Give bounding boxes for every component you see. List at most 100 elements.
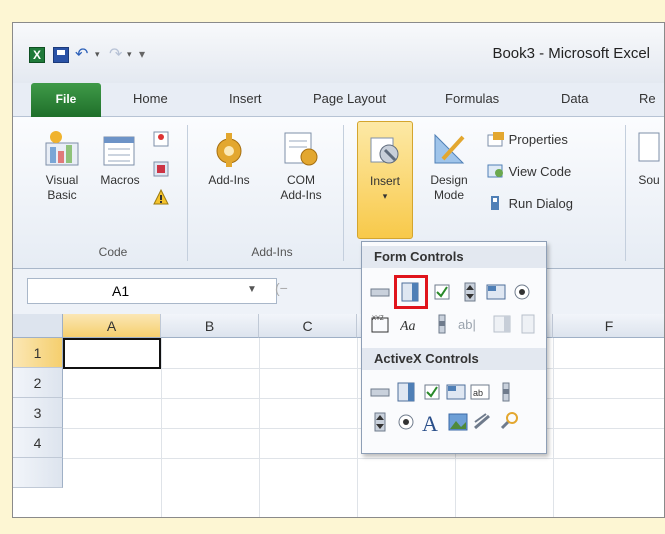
svg-text:ab: ab bbox=[473, 388, 483, 398]
run-dialog-icon bbox=[491, 196, 499, 210]
activex-combo-box-icon[interactable] bbox=[396, 382, 416, 402]
macros-label: Macros bbox=[100, 173, 140, 187]
activex-command-button-icon[interactable] bbox=[370, 382, 390, 402]
visual-basic-icon bbox=[45, 131, 79, 166]
visual-basic-label: Visual Basic bbox=[45, 173, 79, 202]
tab-home[interactable]: Home bbox=[133, 91, 168, 106]
design-mode-button[interactable]: Design Mode bbox=[421, 129, 477, 203]
form-text-field-icon[interactable]: ab| bbox=[458, 314, 488, 334]
column-header-c[interactable]: C bbox=[259, 314, 357, 338]
grid-line bbox=[553, 338, 554, 517]
svg-text:Aa: Aa bbox=[400, 319, 416, 334]
save-icon[interactable] bbox=[53, 47, 69, 63]
row-header-5[interactable] bbox=[13, 458, 63, 488]
insert-controls-button[interactable]: Insert ▾ bbox=[357, 121, 413, 239]
run-dialog-button[interactable]: Run Dialog bbox=[487, 195, 573, 211]
addins-button[interactable]: Add-Ins bbox=[203, 129, 255, 188]
source-label: Sou bbox=[638, 173, 660, 187]
form-label-icon[interactable]: Aa bbox=[400, 314, 420, 334]
grid-line bbox=[161, 338, 162, 517]
addins-group-label: Add-Ins bbox=[251, 245, 293, 259]
undo-icon[interactable]: ↶ bbox=[75, 47, 91, 63]
code-group-label: Code bbox=[98, 245, 128, 259]
undo-dropdown-icon[interactable]: ▾ bbox=[95, 49, 100, 60]
tab-review[interactable]: Re bbox=[639, 91, 656, 106]
customize-qat-icon[interactable]: ▾ bbox=[139, 47, 145, 61]
grid-line bbox=[259, 338, 260, 517]
form-group-box-icon[interactable]: XYZ bbox=[370, 314, 390, 334]
tab-page-layout[interactable]: Page Layout bbox=[313, 91, 386, 106]
select-all-corner[interactable] bbox=[13, 314, 63, 338]
form-combo-list-edit-icon[interactable] bbox=[492, 314, 512, 334]
svg-text:ab|: ab| bbox=[458, 317, 476, 332]
column-header-f[interactable]: F bbox=[553, 314, 664, 338]
activex-scroll-bar-icon[interactable] bbox=[496, 382, 516, 402]
form-combo-dropdown-edit-icon[interactable] bbox=[518, 314, 538, 334]
tab-formulas[interactable]: Formulas bbox=[445, 91, 499, 106]
view-code-label: View Code bbox=[508, 164, 572, 179]
activex-text-box-icon[interactable]: ab bbox=[470, 382, 490, 402]
insert-controls-label: Insert bbox=[369, 174, 400, 188]
properties-button[interactable]: Properties bbox=[487, 131, 568, 147]
com-addins-icon bbox=[284, 132, 318, 166]
ribbon: Visual Basic Macros Code Add-Ins COM Add… bbox=[13, 117, 664, 269]
insert-dropdown-arrow-icon: ▾ bbox=[382, 191, 388, 201]
form-spin-button-icon[interactable] bbox=[460, 282, 480, 302]
macro-security-icon[interactable] bbox=[153, 189, 169, 205]
activex-spin-button-icon[interactable] bbox=[370, 412, 390, 432]
activex-more-controls-icon[interactable] bbox=[498, 410, 520, 432]
source-button[interactable]: Sou bbox=[629, 129, 664, 188]
group-separator bbox=[625, 125, 626, 261]
worksheet-grid: A B C D E F 1 2 3 4 bbox=[13, 314, 664, 517]
activex-toggle-button-icon[interactable] bbox=[472, 412, 492, 432]
window-title: Book3 - Microsoft Excel bbox=[492, 45, 650, 62]
design-mode-icon bbox=[434, 133, 465, 164]
form-controls-header: Form Controls bbox=[362, 246, 546, 268]
macros-button[interactable]: Macros bbox=[95, 129, 145, 188]
excel-window: X ↶ ▾ ↷ ▾ ▾ Book3 - Microsoft Excel File… bbox=[12, 22, 665, 518]
redo-icon[interactable]: ↷ bbox=[109, 47, 125, 63]
activex-controls-header: ActiveX Controls bbox=[362, 348, 546, 370]
visual-basic-button[interactable]: Visual Basic bbox=[37, 129, 87, 203]
grid-line bbox=[357, 338, 358, 517]
form-check-box-icon[interactable] bbox=[432, 282, 452, 302]
row-header-4[interactable]: 4 bbox=[13, 428, 63, 458]
tab-file[interactable]: File bbox=[31, 83, 101, 117]
relative-references-icon[interactable] bbox=[153, 161, 169, 177]
properties-icon bbox=[487, 132, 504, 147]
row-header-1[interactable]: 1 bbox=[13, 338, 63, 368]
properties-label: Properties bbox=[508, 132, 568, 147]
form-option-button-icon[interactable] bbox=[512, 282, 532, 302]
view-code-icon bbox=[487, 164, 503, 178]
title-bar: X ↶ ▾ ↷ ▾ ▾ Book3 - Microsoft Excel bbox=[13, 23, 664, 83]
addins-label: Add-Ins bbox=[208, 173, 250, 187]
row-header-3[interactable]: 3 bbox=[13, 398, 63, 428]
run-dialog-label: Run Dialog bbox=[508, 196, 573, 211]
form-scroll-bar-icon[interactable] bbox=[432, 314, 452, 334]
row-header-2[interactable]: 2 bbox=[13, 368, 63, 398]
record-macro-icon[interactable] bbox=[153, 131, 169, 147]
column-header-b[interactable]: B bbox=[161, 314, 259, 338]
highlighted-combo-box bbox=[394, 275, 428, 309]
active-cell-a1[interactable] bbox=[63, 338, 161, 369]
name-box-dropdown-icon[interactable]: ▼ bbox=[247, 284, 257, 295]
name-box[interactable]: A1 bbox=[27, 278, 277, 304]
view-code-button[interactable]: View Code bbox=[487, 163, 571, 179]
redo-dropdown-icon[interactable]: ▾ bbox=[127, 49, 132, 60]
group-separator bbox=[187, 125, 188, 261]
grid-line bbox=[63, 458, 664, 459]
form-list-box-icon[interactable] bbox=[486, 282, 506, 302]
column-header-a[interactable]: A bbox=[63, 314, 161, 338]
ribbon-tabs: File Home Insert Page Layout Formulas Da… bbox=[13, 83, 664, 117]
form-button-control-icon[interactable] bbox=[370, 282, 390, 302]
excel-app-icon[interactable]: X bbox=[29, 47, 45, 63]
activex-option-button-icon[interactable] bbox=[396, 412, 416, 432]
tab-data[interactable]: Data bbox=[561, 91, 588, 106]
fx-icon[interactable]: (− bbox=[275, 280, 288, 296]
source-icon bbox=[638, 132, 660, 162]
group-separator bbox=[343, 125, 344, 261]
tab-insert[interactable]: Insert bbox=[229, 91, 262, 106]
formula-bar: A1 ▼ (− bbox=[13, 270, 664, 314]
svg-text:A: A bbox=[422, 411, 438, 434]
com-addins-button[interactable]: COM Add-Ins bbox=[271, 129, 331, 203]
